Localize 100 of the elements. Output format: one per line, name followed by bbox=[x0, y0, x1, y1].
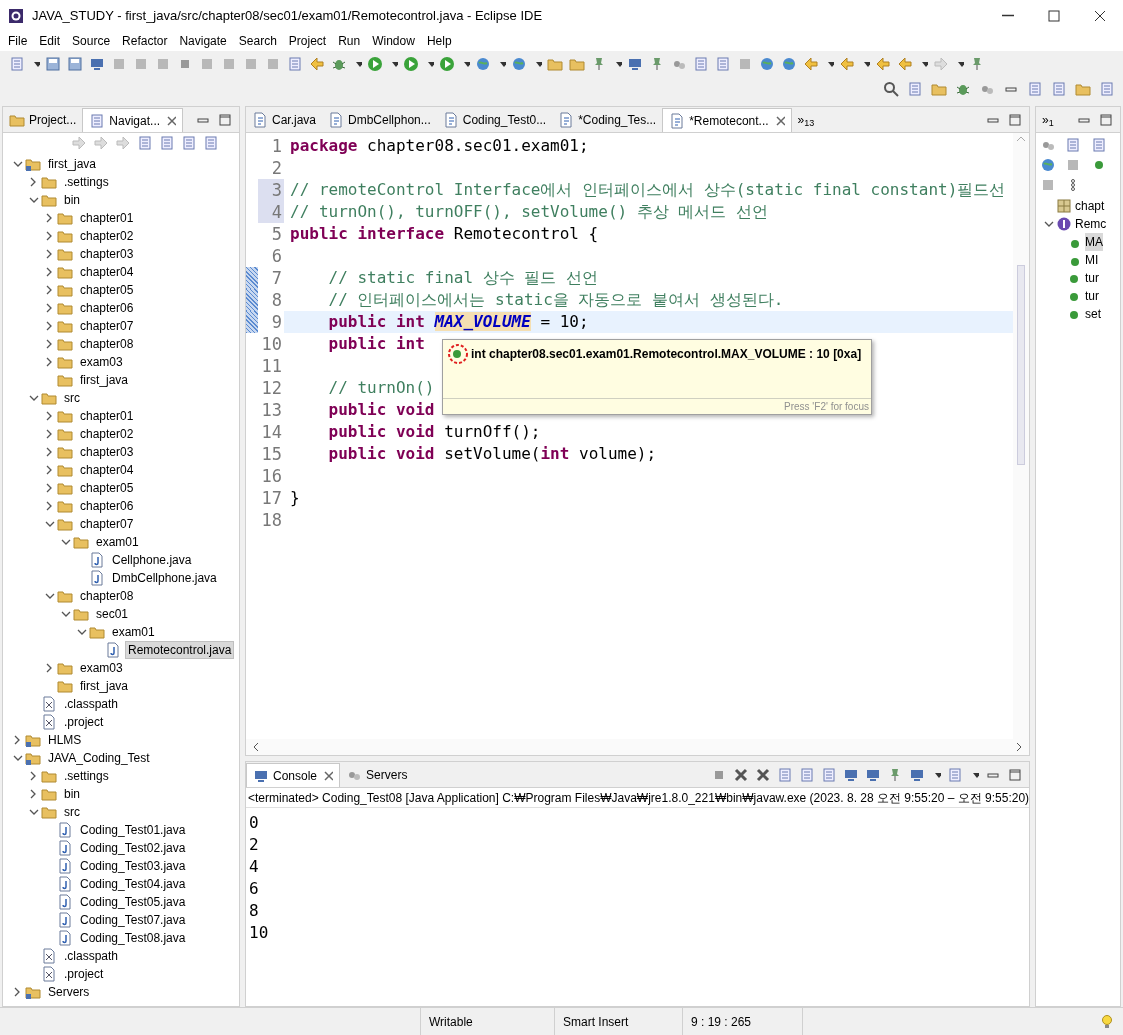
tree-item[interactable]: exam01 bbox=[93, 533, 142, 551]
tree-item[interactable]: chapter04 bbox=[77, 461, 137, 479]
tab[interactable]: *Coding_Tes... bbox=[552, 108, 663, 132]
tree-item[interactable]: bin bbox=[61, 785, 83, 803]
tab[interactable]: DmbCellphon... bbox=[322, 108, 437, 132]
tree-item[interactable]: .settings bbox=[61, 173, 112, 191]
tree-item[interactable]: bin bbox=[61, 191, 83, 209]
tree-item[interactable]: .classpath bbox=[61, 695, 122, 713]
tab[interactable]: Servers bbox=[340, 763, 414, 787]
tree-item[interactable]: first_java bbox=[77, 371, 132, 389]
tree-item[interactable]: chapter08 bbox=[77, 335, 137, 353]
tree-item[interactable]: first_java bbox=[45, 155, 100, 173]
list-icon[interactable] bbox=[287, 55, 303, 72]
maximize-icon[interactable] bbox=[1098, 111, 1114, 128]
menu-item[interactable]: Edit bbox=[33, 32, 67, 50]
tree-item[interactable]: Servers bbox=[45, 983, 93, 1001]
new-window-icon[interactable] bbox=[9, 55, 25, 72]
tree-item[interactable]: Cellphone.java bbox=[109, 551, 195, 569]
tree-item[interactable]: DmbCellphone.java bbox=[109, 569, 220, 587]
remove-launch-icon[interactable] bbox=[733, 767, 749, 783]
forward-icon[interactable] bbox=[93, 135, 109, 151]
tree-item[interactable]: .settings bbox=[61, 767, 112, 785]
outline-item[interactable]: MI bbox=[1085, 251, 1099, 269]
tree-item[interactable]: chapter07 bbox=[77, 317, 137, 335]
tree-item[interactable]: chapter01 bbox=[77, 209, 137, 227]
tree-item[interactable]: chapter02 bbox=[77, 227, 137, 245]
scrollbar-thumb[interactable] bbox=[1017, 265, 1025, 465]
outline-item[interactable]: Remc bbox=[1075, 215, 1107, 233]
maximize-icon[interactable] bbox=[1007, 767, 1023, 783]
tree-item[interactable]: chapter01 bbox=[77, 407, 137, 425]
tree-item[interactable]: chapter03 bbox=[77, 443, 137, 461]
maximize-icon[interactable] bbox=[1007, 112, 1023, 128]
tab[interactable]: Project... bbox=[3, 108, 83, 132]
tree-item[interactable]: Coding_Test04.java bbox=[77, 875, 189, 893]
tree-item[interactable]: HLMS bbox=[45, 731, 85, 749]
tree-item[interactable]: chapter06 bbox=[77, 299, 137, 317]
tree-item[interactable]: Coding_Test05.java bbox=[77, 893, 189, 911]
tree-item[interactable]: chapter02 bbox=[77, 425, 137, 443]
java-file-icon bbox=[252, 112, 268, 128]
tree-item[interactable]: .project bbox=[61, 965, 107, 983]
run-icon[interactable] bbox=[367, 55, 383, 72]
search-icon[interactable] bbox=[883, 80, 899, 97]
forward-icon[interactable] bbox=[933, 55, 949, 72]
outline-item[interactable]: MA bbox=[1085, 233, 1103, 251]
menu-item[interactable]: Window bbox=[366, 32, 421, 50]
web-icon[interactable] bbox=[781, 55, 797, 72]
tree-item[interactable]: Remotecontrol.java bbox=[125, 641, 235, 659]
tree-item[interactable]: Coding_Test08.java bbox=[77, 929, 189, 947]
tree-item[interactable]: Coding_Test03.java bbox=[77, 857, 189, 875]
tree-item[interactable]: Coding_Test01.java bbox=[77, 821, 189, 839]
tree-item[interactable]: .project bbox=[61, 713, 107, 731]
tab[interactable]: Coding_Test0... bbox=[436, 108, 553, 132]
maximize-icon[interactable] bbox=[217, 112, 233, 128]
menu-item[interactable]: Navigate bbox=[173, 32, 233, 50]
menu-item[interactable]: Refactor bbox=[116, 32, 174, 50]
globe-icon[interactable] bbox=[759, 55, 775, 72]
menu-item[interactable]: Help bbox=[420, 32, 458, 50]
tree-item[interactable]: chapter04 bbox=[77, 263, 137, 281]
tree-item[interactable]: chapter05 bbox=[77, 281, 137, 299]
outline-item[interactable]: tur bbox=[1085, 269, 1099, 287]
tree-item[interactable]: sec01 bbox=[93, 605, 132, 623]
tree-item[interactable]: JAVA_Coding_Test bbox=[45, 749, 153, 767]
vertical-scrollbar[interactable] bbox=[1013, 133, 1029, 739]
folder-icon bbox=[57, 444, 73, 460]
tree-item[interactable]: src bbox=[61, 389, 83, 407]
more-tabs-button[interactable]: »$_{13}$ bbox=[791, 110, 821, 129]
lightbulb-icon[interactable] bbox=[1099, 1013, 1115, 1030]
code-line: package chapter08.sec01.exam01; bbox=[290, 135, 589, 157]
menu-item[interactable]: Project bbox=[282, 32, 333, 50]
tab[interactable]: Navigat... bbox=[82, 108, 184, 132]
tree-item[interactable]: chapter03 bbox=[77, 245, 137, 263]
tree-item[interactable]: chapter08 bbox=[77, 587, 137, 605]
menu-item[interactable]: Search bbox=[232, 32, 283, 50]
external-tools-icon[interactable] bbox=[439, 55, 455, 72]
menu-item[interactable]: Run bbox=[332, 32, 367, 50]
run-coverage-icon[interactable] bbox=[403, 55, 419, 72]
menu-item[interactable]: Source bbox=[66, 32, 117, 50]
save-all-icon[interactable] bbox=[67, 55, 83, 72]
tree-item[interactable]: Coding_Test02.java bbox=[77, 839, 189, 857]
tree-item[interactable]: .classpath bbox=[61, 947, 122, 965]
menu-item[interactable]: File bbox=[2, 32, 34, 50]
tree-item[interactable]: src bbox=[61, 803, 83, 821]
tree-item[interactable]: exam03 bbox=[77, 659, 126, 677]
outline-item[interactable]: tur bbox=[1085, 287, 1099, 305]
tree-item[interactable]: chapter05 bbox=[77, 479, 137, 497]
tree-item[interactable]: chapter06 bbox=[77, 497, 137, 515]
tree-item[interactable]: chapter07 bbox=[77, 515, 137, 533]
outline-item[interactable]: set bbox=[1085, 305, 1101, 323]
remove-all-icon[interactable] bbox=[755, 767, 771, 783]
document-icon[interactable] bbox=[715, 55, 731, 72]
outline-item[interactable]: chapt bbox=[1075, 197, 1105, 215]
tab[interactable]: Car.java bbox=[246, 108, 323, 132]
save-icon[interactable] bbox=[45, 55, 61, 72]
tree-item[interactable]: exam03 bbox=[77, 353, 126, 371]
tree-item[interactable]: Coding_Test07.java bbox=[77, 911, 189, 929]
horizontal-scrollbar[interactable] bbox=[246, 739, 1029, 755]
tab[interactable]: Console bbox=[246, 763, 341, 787]
tree-item[interactable]: exam01 bbox=[109, 623, 158, 641]
tree-item[interactable]: first_java bbox=[77, 677, 132, 695]
tab[interactable]: *Remotecont... bbox=[662, 108, 792, 132]
